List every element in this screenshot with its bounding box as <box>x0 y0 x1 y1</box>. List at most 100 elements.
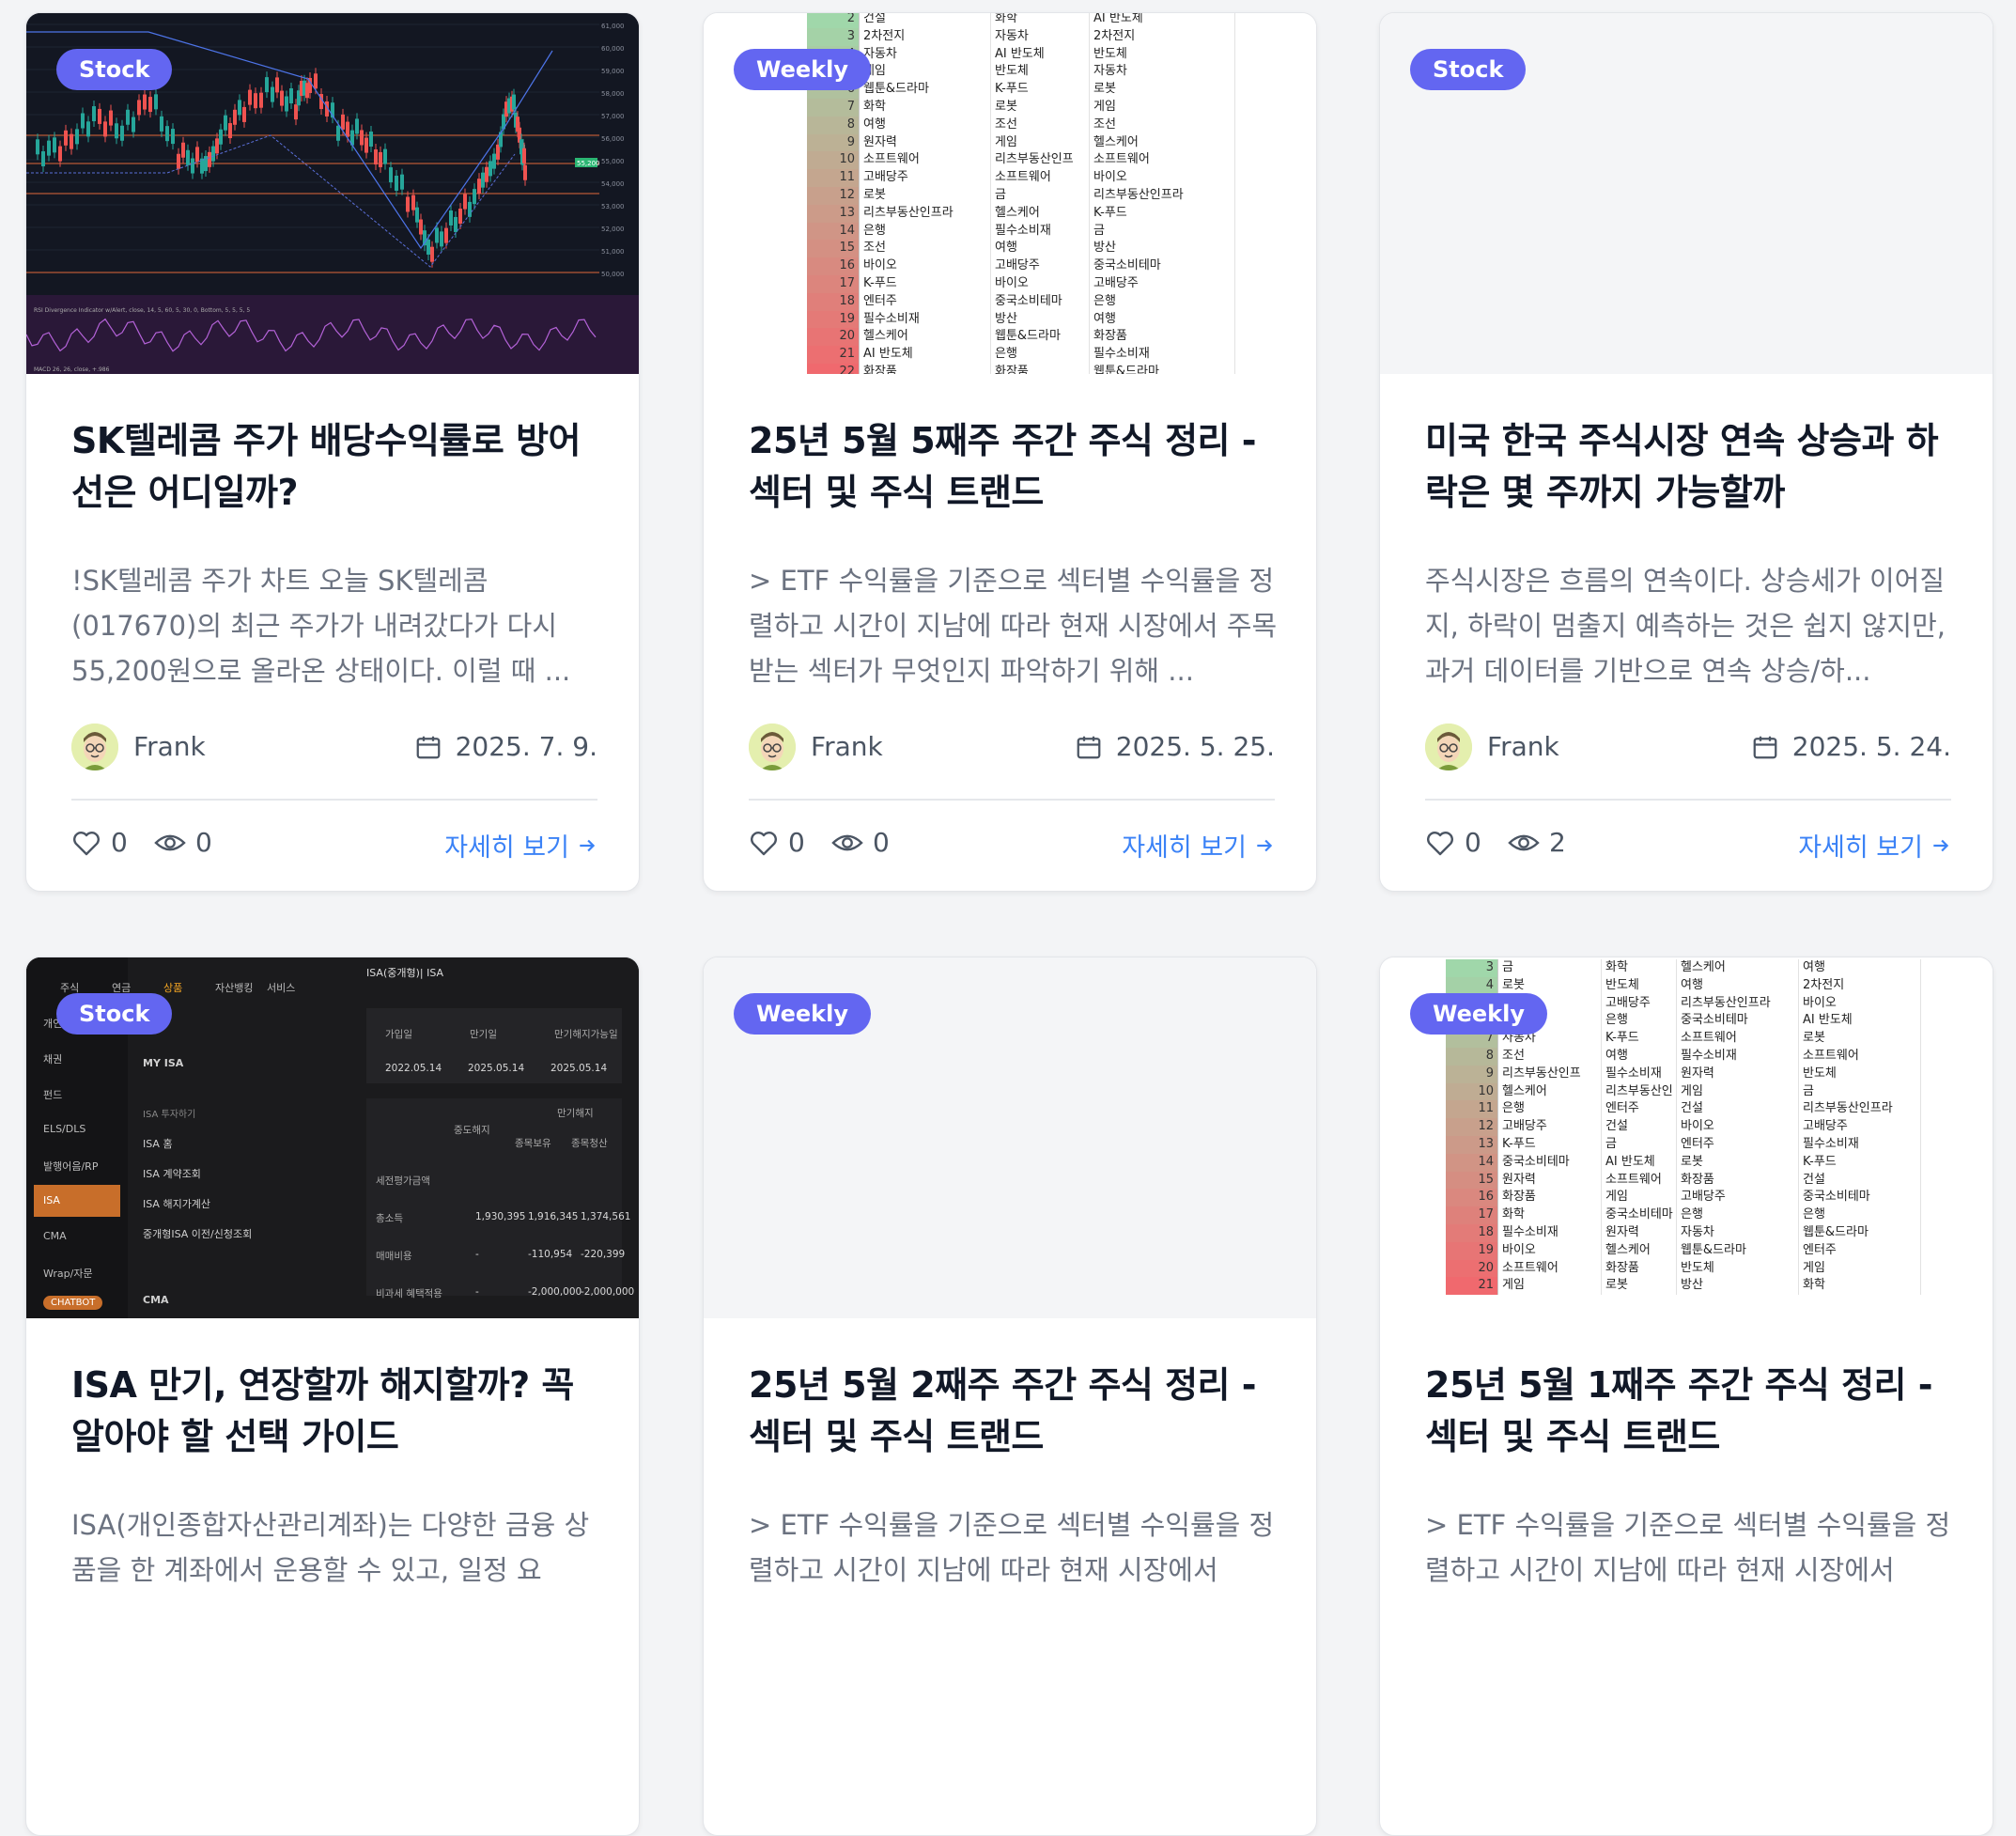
candle <box>355 118 359 134</box>
sheet-cell: 웹툰&드라마 <box>1090 363 1235 374</box>
isa-row-label: 매매비용 <box>376 1251 412 1262</box>
sheet-cell: 엔터주 <box>1602 1100 1677 1119</box>
sheet-row: 4 로봇 반도체 여행 2차전지 <box>1446 976 1993 995</box>
sheet-cell: 게임 <box>1602 1189 1677 1207</box>
post-card[interactable]: Weekly 25년 5월 2째주 주간 주식 정리 - 섹터 및 주식 트랜드… <box>703 957 1317 1836</box>
sheet-cell: 필수소비재 <box>1677 1047 1799 1066</box>
candle <box>154 94 158 110</box>
like-button[interactable]: 0 <box>1425 827 1481 858</box>
read-more-label: 자세히 보기 <box>444 833 569 863</box>
sheet-cell: 바이오 <box>1498 1241 1602 1260</box>
candle <box>389 167 393 183</box>
post-card[interactable]: Stock 미국 한국 주식시장 연속 상승과 하락은 몇 주까지 가능할까 주… <box>1379 12 1993 892</box>
candle <box>435 227 439 243</box>
price-axis-label: 60,000 <box>601 45 625 53</box>
sheet-cell: 은행 <box>860 222 991 241</box>
author-name: Frank <box>133 731 206 762</box>
sheet-cell: K-푸드 <box>1498 1135 1602 1154</box>
isa-col-header: 가입일 <box>385 1029 412 1040</box>
post-title[interactable]: 25년 5월 2째주 주간 주식 정리 - 섹터 및 주식 트랜드 <box>749 1360 1275 1463</box>
sheet-row: 22 화장품 화장품 웹툰&드라마 <box>807 363 1316 374</box>
sheet-cell: 소프트웨어 <box>1498 1259 1602 1278</box>
candle <box>98 108 101 124</box>
isa-value: - <box>475 1249 479 1260</box>
author-name: Frank <box>811 731 883 762</box>
sheet-cell: 로봇 <box>991 98 1090 117</box>
sheet-cell: 금 <box>1498 959 1602 977</box>
candle <box>137 100 141 116</box>
heart-icon <box>751 831 777 855</box>
isa-menu-item: ELS/DLS <box>43 1123 86 1135</box>
sheet-cell: 은행 <box>1090 292 1235 311</box>
sheet-cell: 화장품 <box>860 363 991 374</box>
sheet-cell: 방산 <box>1677 1277 1799 1296</box>
post-card[interactable]: 2건설화학AI 반도체32차전지자동차2차전지4자동차AI 반도체반도체5게임반… <box>703 12 1317 892</box>
calendar-icon <box>1753 736 1777 758</box>
post-meta: Frank 2025. 7. 9. <box>71 724 597 772</box>
candle <box>458 209 462 225</box>
candle <box>181 142 185 158</box>
category-badge[interactable]: Stock <box>1410 49 1527 90</box>
post-title[interactable]: ISA 만기, 연장할까 해지할까? 꼭 알아야 할 선택 가이드 <box>71 1360 597 1463</box>
candle <box>488 161 492 177</box>
category-badge[interactable]: Stock <box>56 49 173 90</box>
sheet-cell: 원자력 <box>860 133 991 152</box>
category-badge[interactable]: Weekly <box>1410 993 1548 1035</box>
candle <box>165 126 169 142</box>
post-card[interactable]: 주식 연금 상품 자산뱅킹 서비스 개인 채권 펀드 ELS/DLS 발행어음/RP ISA CMA W… <box>25 957 640 1836</box>
sheet-cell: 소프트웨어 <box>860 151 991 170</box>
read-more-link[interactable]: 자세히 보기 <box>1122 827 1275 864</box>
category-badge[interactable]: Stock <box>56 993 173 1035</box>
sheet-row: 13 리츠부동산인프라 헬스케어 K-푸드 <box>807 204 1316 223</box>
sheet-cell: 2차전지 <box>860 27 991 46</box>
sheet-row-number: 19 <box>807 310 860 329</box>
candle <box>171 129 175 145</box>
isa-col-header: 종목청산 <box>571 1138 608 1149</box>
sheet-cell: 게임 <box>1799 1259 1921 1278</box>
sheet-cell: 게임 <box>1498 1277 1602 1296</box>
arrow-right-icon <box>1257 839 1273 851</box>
sheet-row: 2 건설 화학 AI 반도체 <box>807 13 1316 28</box>
candle <box>191 158 194 174</box>
candle <box>126 109 130 125</box>
post-excerpt: > ETF 수익률을 기준으로 섹터별 수익률을 정렬하고 시간이 지남에 따라… <box>749 565 1278 687</box>
sheet-cell: 반도체 <box>1799 1065 1921 1083</box>
category-badge[interactable]: Weekly <box>734 49 872 90</box>
post-card[interactable]: 61,000 60,000 59,000 58,000 57,000 56,000 55,0… <box>25 12 640 892</box>
candle <box>314 73 318 89</box>
read-more-link[interactable]: 자세히 보기 <box>1798 827 1951 864</box>
sheet-cell: 헬스케어 <box>860 328 991 347</box>
like-button[interactable]: 0 <box>71 827 128 858</box>
post-card[interactable]: 3금화학헬스케어여행4로봇반도체여행2차전지5방산고배당주리츠부동산인프라바이오… <box>1379 957 1993 1836</box>
candle <box>426 239 430 255</box>
sheet-row: 21 게임 로봇 방산 화학 <box>1446 1277 1993 1296</box>
isa-row-label: 세전평가금액 <box>376 1175 430 1187</box>
like-button[interactable]: 0 <box>749 827 805 858</box>
sheet-cell: 고배당주 <box>1799 1118 1921 1136</box>
candle <box>143 94 147 110</box>
sheet-cell: 여행 <box>1090 310 1235 329</box>
isa-chatbot-button: CHATBOT <box>43 1296 103 1310</box>
sheet-cell: 화학 <box>860 98 991 117</box>
post-title[interactable]: 25년 5월 5째주 주간 주식 정리 - 섹터 및 주식 트랜드 <box>749 415 1275 519</box>
sheet-cell: 고배당주 <box>991 257 1090 275</box>
sheet-cell: 화장품 <box>991 363 1090 374</box>
sheet-cell: 건설 <box>1799 1171 1921 1190</box>
read-more-label: 자세히 보기 <box>1798 833 1923 863</box>
sheet-cell: 소프트웨어 <box>1090 151 1235 170</box>
sheet-cell: 헬스케어 <box>1090 133 1235 152</box>
sheet-cell: 중국소비테마 <box>1677 1012 1799 1031</box>
sheet-cell: 중국소비테마 <box>1799 1189 1921 1207</box>
sheet-row: 12 로봇 금 리츠부동산인프라 <box>807 186 1316 205</box>
candle <box>36 139 39 155</box>
sheet-cell: 금 <box>1090 222 1235 241</box>
sheet-cell: 게임 <box>991 133 1090 152</box>
sheet-row: 11 은행 엔터주 건설 리츠부동산인프라 <box>1446 1100 1993 1119</box>
post-date: 2025. 5. 25. <box>1075 731 1275 762</box>
category-badge[interactable]: Weekly <box>734 993 872 1035</box>
post-title[interactable]: 미국 한국 주식시장 연속 상승과 하락은 몇 주까지 가능할까 <box>1425 415 1951 519</box>
post-title[interactable]: 25년 5월 1째주 주간 주식 정리 - 섹터 및 주식 트랜드 <box>1425 1360 1951 1463</box>
read-more-link[interactable]: 자세히 보기 <box>444 827 597 864</box>
post-title[interactable]: SK텔레콤 주가 배당수익률로 방어선은 어디일까? <box>71 415 597 519</box>
sheet-cell: 필수소비재 <box>1799 1135 1921 1154</box>
